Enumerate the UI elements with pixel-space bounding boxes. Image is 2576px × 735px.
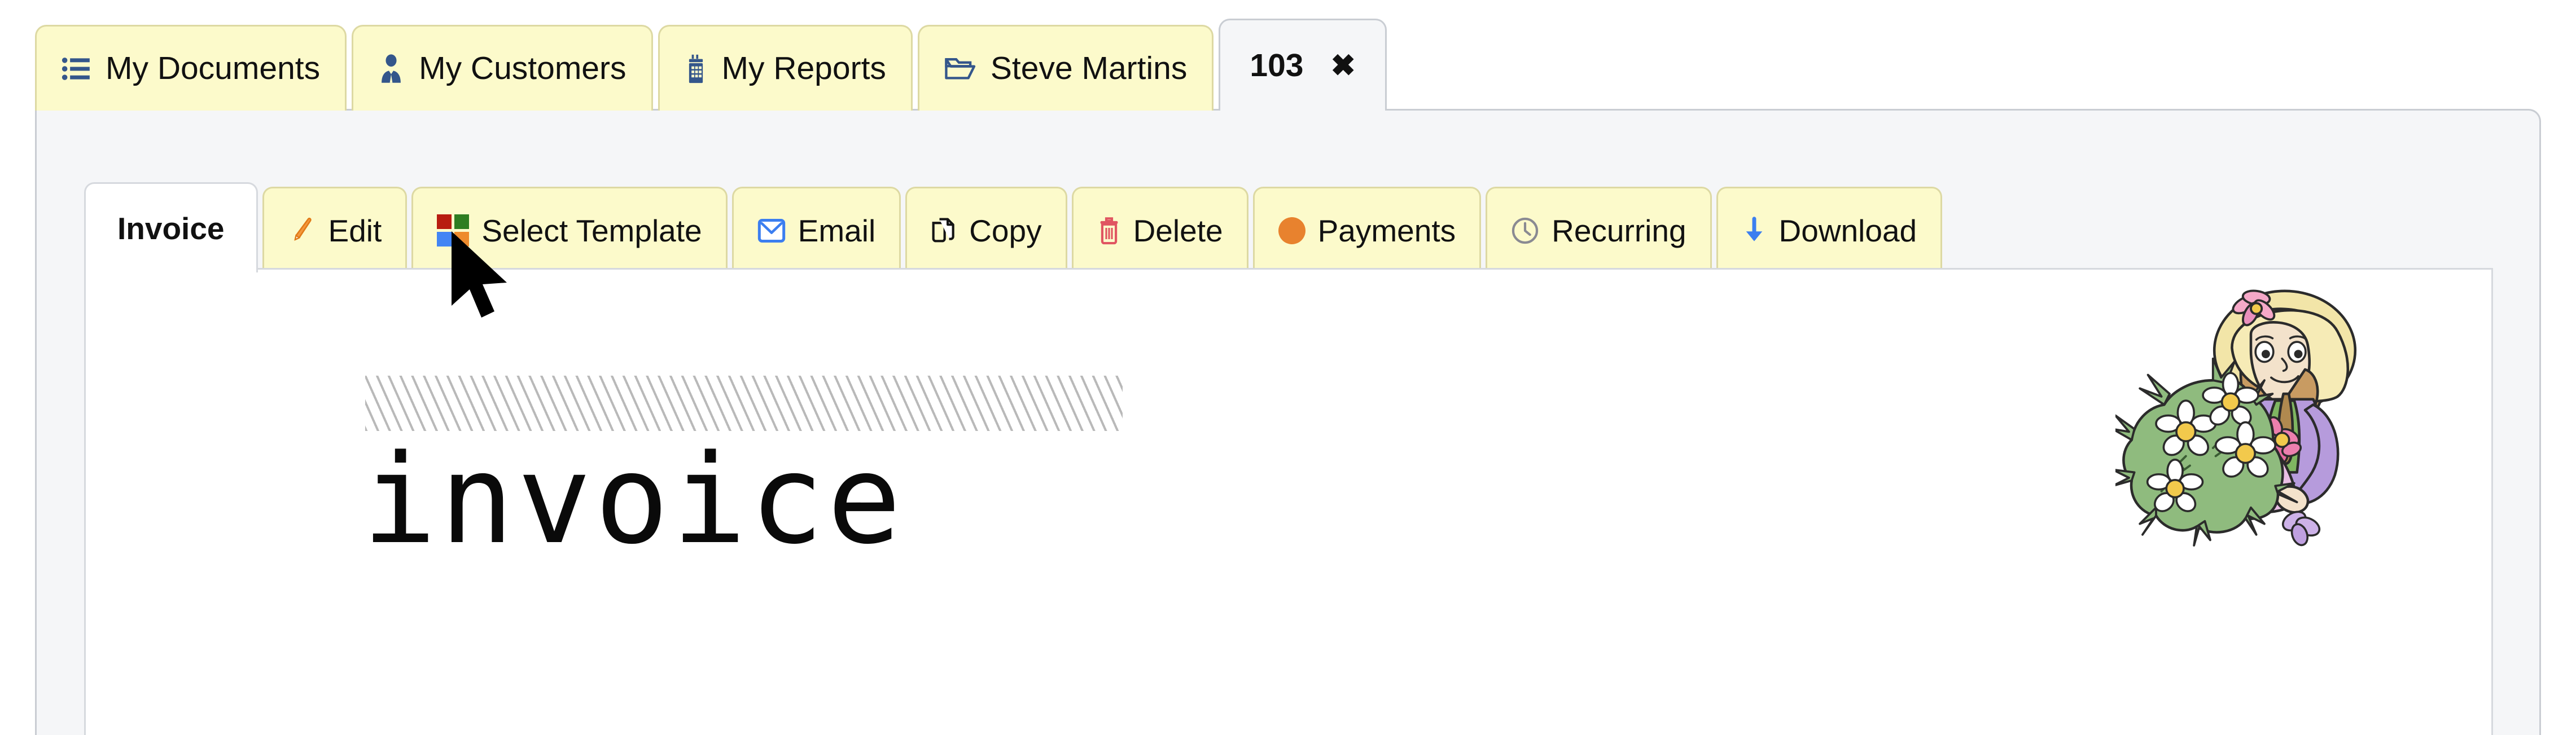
edit-button[interactable]: Edit [262,187,408,272]
payments-button[interactable]: Payments [1252,187,1482,272]
orange-dot-icon [1278,217,1305,244]
open-folder-icon [944,55,976,82]
report-icon [685,54,707,83]
invoice-sheet: invoice [84,268,2493,735]
button-label: Recurring [1552,213,1686,248]
document-toolbar: Invoice Edit Select Template Email Copy … [84,182,1947,272]
girl-with-daisy-bouquet-illustration [2115,289,2357,547]
tab-label: My Documents [106,50,321,86]
tab-my-customers[interactable]: My Customers [352,25,653,111]
clock-icon [1511,217,1539,245]
tab-label: Steve Martins [990,50,1188,86]
tab-my-reports[interactable]: My Reports [658,25,913,111]
button-label: Select Template [481,213,702,248]
button-label: Delete [1133,213,1223,248]
button-label: Download [1778,213,1917,248]
button-label: Email [798,213,876,248]
download-arrow-icon [1742,216,1767,245]
tab-label: My Customers [419,50,627,86]
tab-label: 103 [1250,47,1304,83]
tab-steve-martins[interactable]: Steve Martins [917,25,1214,111]
close-icon[interactable]: ✖ [1330,51,1355,81]
envelope-icon [757,218,786,243]
button-label: Copy [969,213,1042,248]
download-button[interactable]: Download [1716,187,1943,272]
pencil-icon [288,217,316,245]
email-button[interactable]: Email [731,187,901,272]
copy-icon [931,217,957,245]
recurring-button[interactable]: Recurring [1486,187,1712,272]
hatch-decoration [365,376,1123,431]
tab-label: Invoice [117,210,225,246]
button-label: Payments [1317,213,1456,248]
list-icon [62,54,91,83]
tab-my-documents[interactable]: My Documents [35,25,347,111]
invoice-heading: invoice [362,429,905,571]
color-swatches-icon [437,214,470,247]
tab-strip: My Documents My Customers My Reports Ste… [0,0,2576,111]
tab-document-103[interactable]: 103 ✖ [1219,19,1387,111]
tab-invoice[interactable]: Invoice [84,182,258,272]
document-panel: Invoice Edit Select Template Email Copy … [35,109,2541,735]
copy-button[interactable]: Copy [905,187,1067,272]
select-template-button[interactable]: Select Template [411,187,728,272]
trash-icon [1097,217,1121,245]
tab-label: My Reports [721,50,886,86]
delete-button[interactable]: Delete [1071,187,1248,272]
button-label: Edit [328,213,382,248]
user-tie-icon [378,54,404,83]
